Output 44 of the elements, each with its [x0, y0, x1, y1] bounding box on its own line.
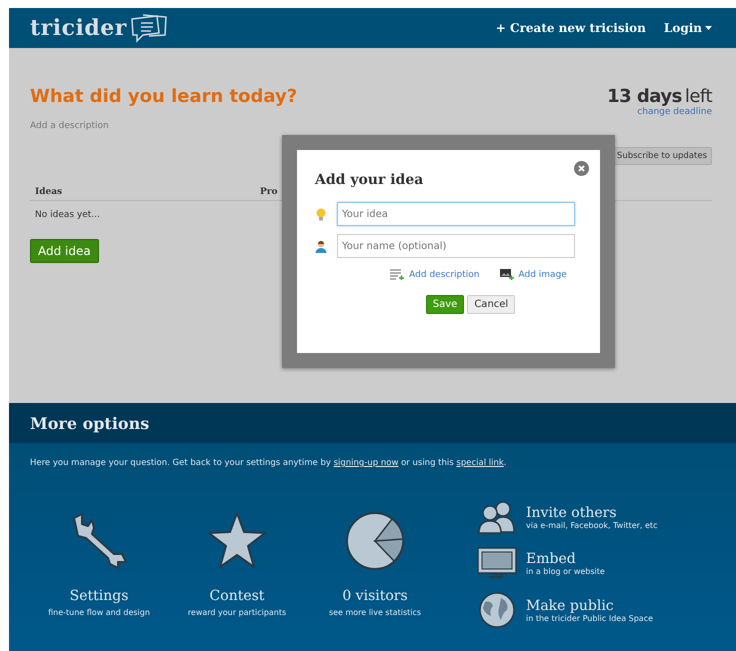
option-subtitle: via e-mail, Facebook, Twitter, etc	[526, 520, 658, 530]
nav-link[interactable]: + Create new tricision	[496, 21, 646, 35]
add-image-icon	[500, 269, 514, 280]
dialog-title: Add your idea	[315, 172, 424, 188]
person-icon	[315, 240, 327, 252]
add-text-icon	[390, 269, 404, 280]
section-title: More options	[30, 414, 150, 432]
cancel-button[interactable]: Cancel	[467, 295, 516, 314]
intro-text: Here you manage your question. Get back to your settings anytime by signing-up now or using this special link.	[30, 458, 508, 468]
option-subtitle: in the tricider Public Idea Space	[526, 614, 654, 622]
nav-link[interactable]: Login	[664, 21, 712, 35]
option-subtitle: reward your participants	[188, 608, 286, 617]
option-title[interactable]: Invite others	[526, 504, 658, 520]
option-title[interactable]: Settings	[70, 588, 128, 604]
close-icon[interactable]	[574, 161, 589, 176]
empty-message: No ideas yet...	[34, 209, 101, 222]
globe-icon[interactable]	[477, 592, 517, 628]
option-title[interactable]: 0 visitors	[342, 588, 408, 604]
pie-chart-icon[interactable]	[344, 510, 406, 572]
column-header: Ideas	[35, 187, 64, 197]
logo-text[interactable]: tricider	[30, 15, 127, 41]
days-left-label: left	[684, 86, 712, 107]
text-input-field[interactable]: Your name (optional)	[337, 234, 575, 258]
text-link[interactable]: special link	[456, 458, 504, 468]
change-deadline-link[interactable]: change deadline	[607, 107, 712, 117]
speech-bubble-icon	[128, 13, 169, 43]
column-header: Pro	[260, 187, 278, 197]
people-icon[interactable]	[477, 500, 517, 534]
question-title: What did you learn today?	[30, 86, 298, 107]
days-count: 13 days	[607, 86, 682, 107]
text-input-field[interactable]: Your idea	[337, 202, 575, 226]
option-title[interactable]: Contest	[210, 588, 264, 604]
option-title[interactable]: Make public	[526, 598, 654, 614]
dialog-link[interactable]: Add description	[390, 269, 480, 280]
add-idea-button[interactable]: Add idea	[30, 239, 99, 263]
light-bulb-icon	[315, 208, 327, 220]
save-button[interactable]: Save	[426, 295, 464, 314]
option-subtitle: fine-tune flow and design	[48, 608, 150, 617]
option-title[interactable]: Embed	[526, 550, 605, 566]
text-link[interactable]: signing-up now	[334, 458, 398, 468]
option-subtitle: in a blog or website	[526, 566, 605, 576]
dialog-link[interactable]: Add image	[500, 269, 567, 280]
option-subtitle: see more live statistics	[328, 608, 422, 617]
monitor-icon[interactable]	[477, 546, 517, 580]
